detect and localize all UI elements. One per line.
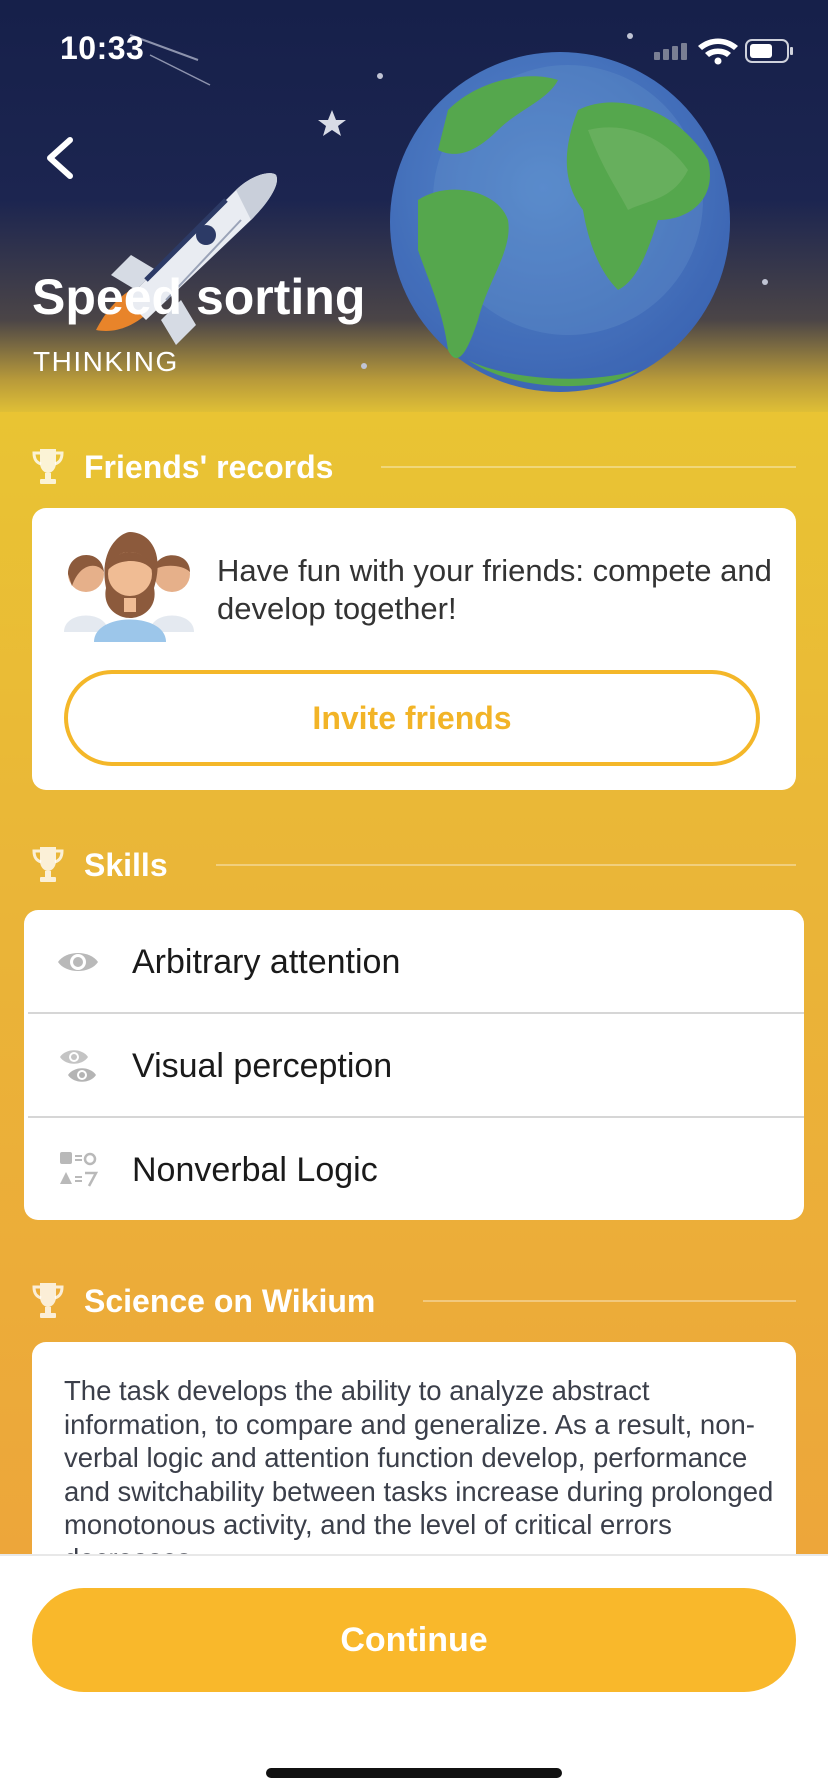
science-description: The task develops the ability to analyze…: [64, 1375, 774, 1574]
bottom-bar: Continue: [0, 1554, 828, 1792]
skill-item-visual-perception[interactable]: Visual perception: [24, 1014, 804, 1118]
science-header: Science on Wikium: [32, 1278, 796, 1324]
skill-item-arbitrary-attention[interactable]: Arbitrary attention: [24, 910, 804, 1014]
chevron-left-icon: [47, 137, 73, 179]
friends-card: Have fun with your friends: compete and …: [32, 508, 796, 790]
friends-group-icon: [64, 532, 194, 642]
section-title: Skills: [84, 846, 168, 883]
back-button[interactable]: [38, 126, 90, 190]
earth-illustration: [390, 52, 730, 392]
screen: 10:33 Speed sorting THINKING Friends' re…: [0, 0, 828, 1792]
signal-icon: [654, 43, 687, 60]
status-icons: [654, 38, 793, 65]
double-eye-icon: [54, 1046, 102, 1086]
battery-icon: [745, 39, 793, 63]
skill-label: Arbitrary attention: [132, 942, 401, 981]
skills-header: Skills: [32, 842, 796, 888]
continue-button[interactable]: Continue: [32, 1588, 796, 1692]
skill-label: Nonverbal Logic: [132, 1150, 378, 1189]
category-label: THINKING: [33, 346, 179, 377]
friends-records-header: Friends' records: [32, 444, 796, 490]
section-title: Science on Wikium: [84, 1282, 376, 1319]
section-title: Friends' records: [84, 448, 334, 485]
wifi-icon: [698, 38, 738, 65]
skill-item-nonverbal-logic[interactable]: Nonverbal Logic: [24, 1118, 804, 1222]
logic-symbols-icon: [54, 1150, 102, 1190]
divider: [381, 466, 796, 468]
eye-icon: [54, 942, 102, 982]
trophy-icon: [32, 847, 64, 882]
home-indicator: [266, 1768, 562, 1778]
skills-list: Arbitrary attention Visual perception No…: [24, 910, 804, 1220]
skill-label: Visual perception: [132, 1046, 393, 1085]
rocket-illustration: [96, 173, 277, 345]
hero-banner: 10:33 Speed sorting THINKING: [0, 0, 828, 412]
divider: [423, 1300, 796, 1302]
invite-friends-button[interactable]: Invite friends: [64, 670, 760, 766]
trophy-icon: [32, 1283, 64, 1318]
page-title: Speed sorting: [32, 269, 366, 325]
status-time: 10:33: [60, 30, 145, 66]
divider: [215, 864, 796, 866]
friends-message: Have fun with your friends: compete and …: [217, 553, 772, 626]
trophy-icon: [32, 449, 64, 484]
